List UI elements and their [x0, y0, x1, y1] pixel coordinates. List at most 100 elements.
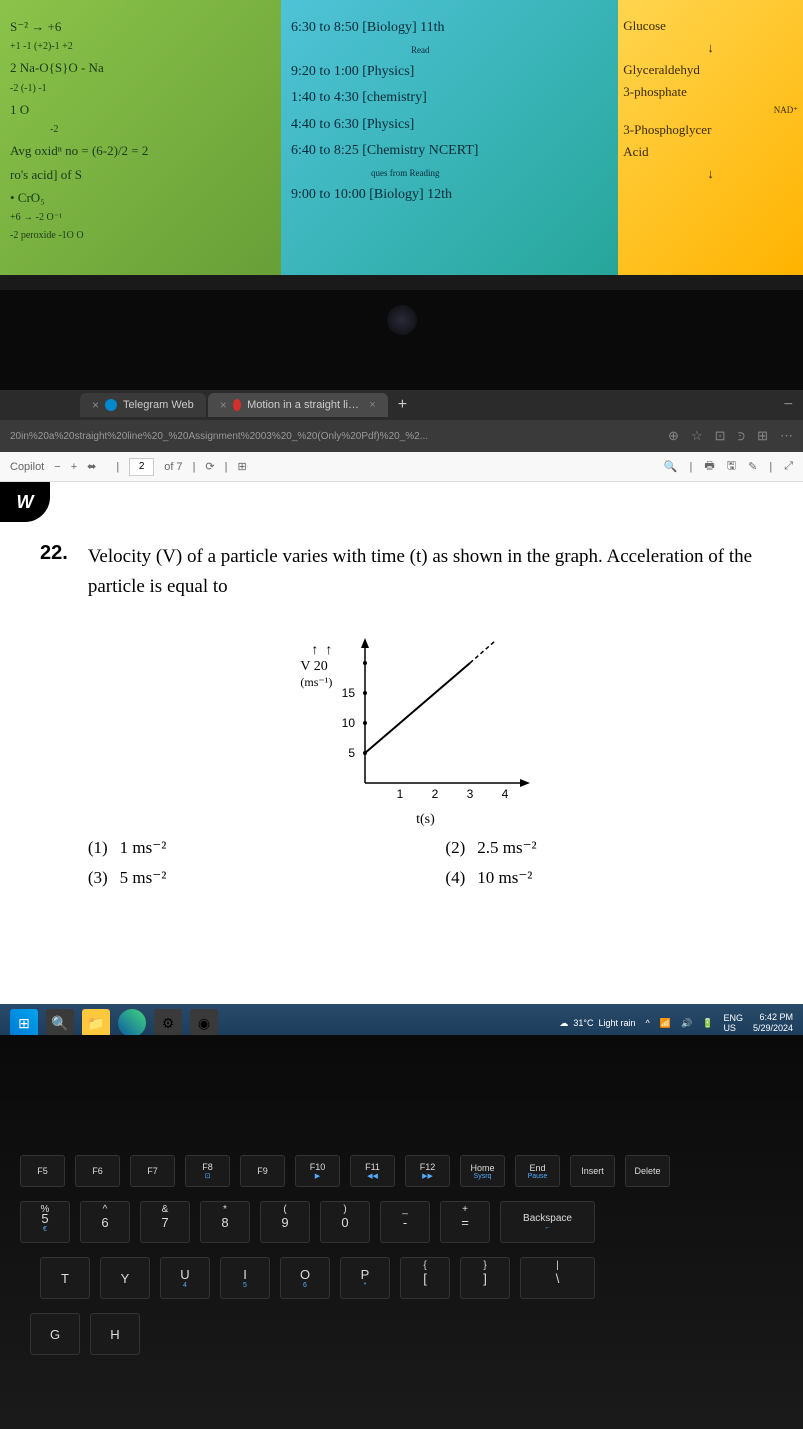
close-icon[interactable]: ×: [369, 399, 375, 411]
copilot-label[interactable]: Copilot: [10, 461, 44, 473]
edge-icon[interactable]: [118, 1009, 146, 1037]
key-9[interactable]: (9: [260, 1201, 310, 1243]
chart-svg: 5 10 15 1 2 3 4: [305, 623, 545, 823]
key-f8[interactable]: F8⊡: [185, 1155, 230, 1187]
app-icon[interactable]: ⚙: [154, 1009, 182, 1037]
key-f12[interactable]: F12▶▶: [405, 1155, 450, 1187]
key-7[interactable]: &7: [140, 1201, 190, 1243]
save-icon[interactable]: 🖫: [727, 457, 736, 476]
key-f6[interactable]: F6: [75, 1155, 120, 1187]
file-explorer-icon[interactable]: 📁: [82, 1009, 110, 1037]
close-icon[interactable]: ×: [92, 398, 99, 412]
option-3: (3) 5 ms⁻²: [88, 868, 406, 888]
key-y[interactable]: Y: [100, 1257, 150, 1299]
language-indicator[interactable]: ENG US: [723, 1013, 743, 1033]
search-icon[interactable]: 🔍: [46, 1009, 74, 1037]
asdf-row: G H: [20, 1313, 783, 1355]
url-text: 20in%20a%20straight%20line%20_%20Assignm…: [10, 431, 658, 442]
minimize-icon[interactable]: −: [784, 396, 803, 414]
key-minus[interactable]: _-: [380, 1201, 430, 1243]
star-icon[interactable]: ☆: [691, 428, 703, 444]
browser-chrome: × Telegram Web × Motion in a straight li…: [0, 390, 803, 1042]
tab-telegram[interactable]: × Telegram Web: [80, 393, 206, 417]
option-2: (2) 2.5 ms⁻²: [445, 838, 763, 858]
close-icon[interactable]: ×: [220, 398, 227, 412]
key-f5[interactable]: F5: [20, 1155, 65, 1187]
y-axis-label: ↑ ↑ V 20 (ms⁻¹): [300, 643, 332, 690]
app-icon[interactable]: ◉: [190, 1009, 218, 1037]
weather-widget[interactable]: ☁ 31°C Light rain: [559, 1018, 635, 1029]
svg-text:5: 5: [349, 746, 356, 760]
svg-text:4: 4: [502, 787, 509, 801]
key-equals[interactable]: +=: [440, 1201, 490, 1243]
key-end[interactable]: EndPause: [515, 1155, 560, 1187]
key-bracket-right[interactable]: }]: [460, 1257, 510, 1299]
option-1: (1) 1 ms⁻²: [88, 838, 406, 858]
favorites-icon[interactable]: ⪾: [738, 428, 746, 444]
blue-sticky-note: 6:30 to 8:50 [Biology] 11th Read 9:20 to…: [281, 0, 618, 275]
svg-text:2: 2: [432, 787, 439, 801]
new-tab-button[interactable]: +: [390, 396, 415, 414]
key-delete[interactable]: Delete: [625, 1155, 670, 1187]
green-sticky-note: S⁻² → +6 +1 -1 (+2)-1 +2 2 Na-O{S}O - Na…: [0, 0, 281, 275]
print-icon[interactable]: 🖶: [704, 457, 714, 476]
wifi-icon[interactable]: 📶: [660, 1018, 671, 1029]
key-6[interactable]: ^6: [80, 1201, 130, 1243]
key-o[interactable]: O6: [280, 1257, 330, 1299]
extensions-icon[interactable]: ⊞: [757, 428, 768, 444]
fit-icon[interactable]: ⬌: [87, 460, 96, 473]
page-number-input[interactable]: [129, 458, 154, 476]
key-i[interactable]: I5: [220, 1257, 270, 1299]
search-icon[interactable]: 🔍: [664, 460, 678, 473]
browser-tabs: × Telegram Web × Motion in a straight li…: [0, 390, 803, 420]
yellow-sticky-note: Glucose ↓ Glyceraldehyd 3-phosphate NAD⁺…: [618, 0, 803, 275]
number-key-row: %5€ ^6 &7 *8 (9 )0 _- += Backspace←: [20, 1201, 783, 1243]
key-backspace[interactable]: Backspace←: [500, 1201, 595, 1243]
key-g[interactable]: G: [30, 1313, 80, 1355]
url-bar[interactable]: 20in%20a%20straight%20line%20_%20Assignm…: [0, 420, 803, 452]
key-bracket-left[interactable]: {[: [400, 1257, 450, 1299]
collections-icon[interactable]: ⊡: [715, 428, 726, 444]
question-22: 22. Velocity (V) of a particle varies wi…: [40, 542, 763, 888]
svg-text:1: 1: [397, 787, 404, 801]
zoom-icon[interactable]: ⊕: [668, 428, 679, 444]
menu-icon[interactable]: ⋯: [780, 428, 793, 444]
key-f11[interactable]: F11◀◀: [350, 1155, 395, 1187]
webcam: [387, 305, 417, 335]
edit-icon[interactable]: ✎: [748, 460, 757, 473]
key-t[interactable]: T: [40, 1257, 90, 1299]
key-home[interactable]: HomeSysrq: [460, 1155, 505, 1187]
pdf-toolbar: Copilot − + ⬌ | of 7 | ⟳ | ⊞ 🔍 | 🖶 🖫 ✎ |…: [0, 452, 803, 482]
battery-icon[interactable]: 🔋: [702, 1018, 713, 1029]
key-f9[interactable]: F9: [240, 1155, 285, 1187]
question-text: Velocity (V) of a particle varies with t…: [88, 542, 763, 603]
key-5[interactable]: %5€: [20, 1201, 70, 1243]
fullscreen-icon[interactable]: ⤢: [784, 460, 793, 473]
key-insert[interactable]: Insert: [570, 1155, 615, 1187]
tab-label: Motion in a straight line _ Assignm: [247, 399, 363, 411]
velocity-time-graph: ↑ ↑ V 20 (ms⁻¹): [305, 623, 545, 823]
start-button[interactable]: ⊞: [10, 1009, 38, 1037]
clock[interactable]: 6:42 PM 5/29/2024: [753, 1012, 793, 1034]
page-count: of 7: [164, 461, 182, 473]
key-p[interactable]: P*: [340, 1257, 390, 1299]
pdf-document[interactable]: W 22. Velocity (V) of a particle varies …: [0, 482, 803, 1042]
volume-icon[interactable]: 🔊: [681, 1018, 692, 1029]
tab-pdf[interactable]: × Motion in a straight line _ Assignm ×: [208, 393, 388, 417]
pdf-icon: [233, 399, 241, 411]
key-h[interactable]: H: [90, 1313, 140, 1355]
view-icon[interactable]: ⊞: [238, 460, 247, 473]
rotate-icon[interactable]: ⟳: [205, 460, 214, 473]
key-u[interactable]: U4: [160, 1257, 210, 1299]
x-axis-label: t(s): [416, 812, 435, 828]
svg-text:3: 3: [467, 787, 474, 801]
chevron-up-icon[interactable]: ^: [646, 1018, 650, 1028]
zoom-out-icon[interactable]: −: [54, 461, 60, 473]
zoom-in-icon[interactable]: +: [71, 461, 77, 473]
key-f7[interactable]: F7: [130, 1155, 175, 1187]
key-f10[interactable]: F10▶: [295, 1155, 340, 1187]
key-0[interactable]: )0: [320, 1201, 370, 1243]
qwerty-row: T Y U4 I5 O6 P* {[ }] |\: [20, 1257, 783, 1299]
key-backslash[interactable]: |\: [520, 1257, 595, 1299]
key-8[interactable]: *8: [200, 1201, 250, 1243]
